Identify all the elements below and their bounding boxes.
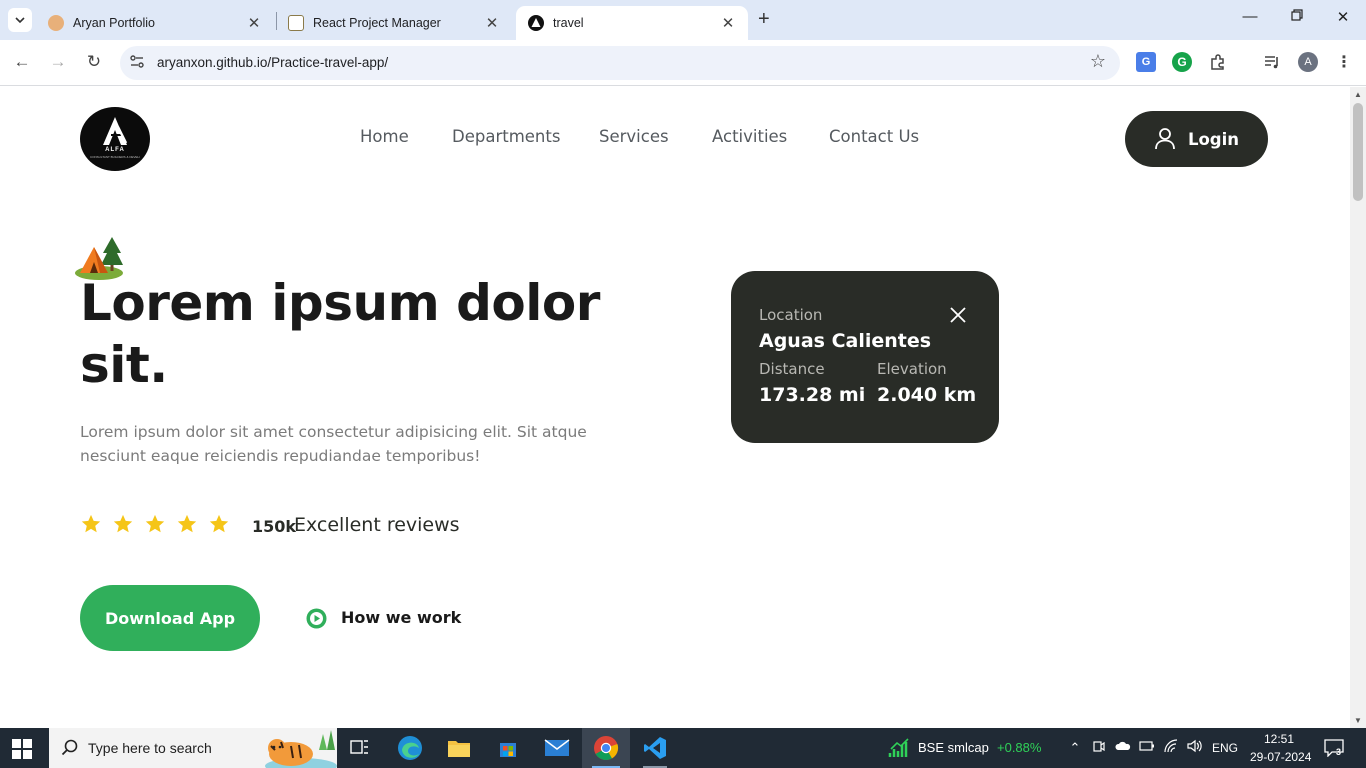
wifi-icon[interactable] xyxy=(1162,739,1180,757)
location-card: Location Aguas Calientes Distance 173.28… xyxy=(731,271,999,443)
page-scrollbar[interactable]: ▲ ▼ xyxy=(1350,87,1366,728)
url-text: aryanxon.github.io/Practice-travel-app/ xyxy=(157,55,389,70)
rating-stars xyxy=(80,513,230,535)
back-arrow-icon[interactable]: ← xyxy=(11,52,33,72)
elevation-label: Elevation xyxy=(877,360,947,378)
login-label: Login xyxy=(1187,129,1240,149)
clock-time[interactable]: 12:51 xyxy=(1264,732,1294,746)
alfa-logo-icon xyxy=(103,117,128,145)
hero-description: Lorem ipsum dolor sit amet consectetur a… xyxy=(80,423,587,465)
distance-value: 173.28 mi xyxy=(759,384,866,406)
forward-arrow-icon[interactable]: → xyxy=(47,52,69,72)
media-controls-icon[interactable] xyxy=(1262,52,1282,72)
tab-aryan-portfolio[interactable]: Aryan Portfolio ✕ xyxy=(36,6,274,40)
close-icon[interactable]: ✕ xyxy=(720,14,736,32)
extensions-puzzle-icon[interactable] xyxy=(1208,52,1228,72)
notification-count: 3 xyxy=(1336,747,1342,757)
reload-icon[interactable]: ↻ xyxy=(83,52,105,72)
how-we-work-link[interactable]: How we work xyxy=(341,608,461,627)
close-icon[interactable]: ✕ xyxy=(484,14,500,32)
search-placeholder: Type here to search xyxy=(88,740,212,756)
tab-title: React Project Manager xyxy=(313,16,441,30)
tab-title: travel xyxy=(553,16,584,30)
play-circle-icon[interactable] xyxy=(306,608,327,629)
nav-departments[interactable]: Departments xyxy=(452,127,560,146)
site-settings-icon[interactable] xyxy=(128,54,146,72)
meet-now-icon[interactable] xyxy=(1090,739,1108,757)
task-view-icon[interactable] xyxy=(336,728,384,768)
address-bar[interactable]: aryanxon.github.io/Practice-travel-app/ … xyxy=(120,46,1120,80)
review-label: Excellent reviews xyxy=(294,514,460,536)
grammarly-icon[interactable]: G xyxy=(1172,52,1192,72)
vscode-icon[interactable] xyxy=(631,728,679,768)
close-icon[interactable] xyxy=(949,306,967,324)
tiger-illustration-icon xyxy=(265,730,337,768)
star-icon xyxy=(113,514,133,533)
star-icon xyxy=(177,514,197,533)
star-icon xyxy=(81,514,101,533)
stock-chart-icon[interactable] xyxy=(888,737,910,759)
nav-services[interactable]: Services xyxy=(599,127,669,146)
taskbar-search-box[interactable]: Type here to search xyxy=(49,728,337,768)
stock-change[interactable]: +0.88% xyxy=(997,740,1041,755)
scroll-up-arrow-icon[interactable]: ▲ xyxy=(1353,90,1363,99)
star-icon xyxy=(209,514,229,533)
browser-toolbar: ← → ↻ aryanxon.github.io/Practice-travel… xyxy=(0,40,1366,86)
login-button[interactable]: Login xyxy=(1125,111,1268,167)
distance-label: Distance xyxy=(759,360,825,378)
nav-home[interactable]: Home xyxy=(360,127,409,146)
review-count: 150k xyxy=(252,517,297,536)
user-icon xyxy=(1155,128,1175,150)
language-indicator[interactable]: ENG xyxy=(1212,741,1238,755)
browser-tab-strip: Aryan Portfolio ✕ React Project Manager … xyxy=(0,0,1366,40)
window-close-icon[interactable]: ✕ xyxy=(1333,8,1353,26)
note-favicon-icon xyxy=(288,15,304,31)
elevation-value: 2.040 km xyxy=(877,384,977,406)
tab-title: Aryan Portfolio xyxy=(73,16,155,30)
nav-contact-us[interactable]: Contact Us xyxy=(829,127,919,146)
bookmark-star-icon[interactable]: ☆ xyxy=(1090,51,1106,72)
scroll-thumb[interactable] xyxy=(1353,103,1363,201)
site-logo[interactable]: ALFA CONSULTANT BUILDERS & DEVELOPERS xyxy=(80,107,150,171)
location-label: Location xyxy=(759,306,823,324)
close-icon[interactable]: ✕ xyxy=(246,14,262,32)
windows-start-icon[interactable] xyxy=(12,739,32,759)
onedrive-cloud-icon[interactable] xyxy=(1114,739,1132,757)
chevron-up-icon[interactable]: ⌃ xyxy=(1066,739,1084,757)
chrome-taskbar-icon[interactable] xyxy=(582,728,630,768)
file-explorer-icon[interactable] xyxy=(435,728,483,768)
profile-avatar[interactable]: A xyxy=(1298,52,1318,72)
minimize-icon[interactable]: — xyxy=(1240,8,1260,25)
restore-icon[interactable] xyxy=(1287,8,1307,25)
clock-date[interactable]: 29-07-2024 xyxy=(1250,750,1311,764)
page-viewport: ALFA CONSULTANT BUILDERS & DEVELOPERS Ho… xyxy=(0,87,1350,728)
triangle-logo-favicon-icon xyxy=(528,15,544,31)
logo-text: ALFA xyxy=(105,147,125,153)
search-icon xyxy=(61,739,78,756)
windows-taskbar: Type here to search BSE smlcap +0.88% ⌃ … xyxy=(0,728,1366,768)
google-translate-icon[interactable]: G xyxy=(1136,52,1156,72)
location-value: Aguas Calientes xyxy=(759,330,932,352)
volume-icon[interactable] xyxy=(1186,739,1204,757)
new-tab-icon[interactable]: + xyxy=(758,9,770,29)
portrait-favicon-icon xyxy=(48,15,64,31)
star-icon xyxy=(145,514,165,533)
tab-travel[interactable]: travel ✕ xyxy=(516,6,748,40)
tab-search-icon[interactable] xyxy=(8,8,32,32)
logo-subtext: CONSULTANT BUILDERS & DEVELOPERS xyxy=(90,155,140,159)
scroll-down-arrow-icon[interactable]: ▼ xyxy=(1353,716,1363,725)
battery-icon[interactable] xyxy=(1138,739,1156,757)
edge-browser-icon[interactable] xyxy=(386,728,434,768)
download-app-button[interactable]: Download App xyxy=(80,585,260,651)
tab-react-project-manager[interactable]: React Project Manager ✕ xyxy=(276,6,512,40)
stock-name[interactable]: BSE smlcap xyxy=(918,740,989,755)
nav-activities[interactable]: Activities xyxy=(712,127,787,146)
hero-title: Lorem ipsum dolor sit. xyxy=(80,274,600,394)
mail-icon[interactable] xyxy=(533,728,581,768)
microsoft-store-icon[interactable] xyxy=(484,728,532,768)
download-app-label: Download App xyxy=(104,608,236,628)
browser-menu-icon[interactable]: ⋮ xyxy=(1334,52,1354,72)
